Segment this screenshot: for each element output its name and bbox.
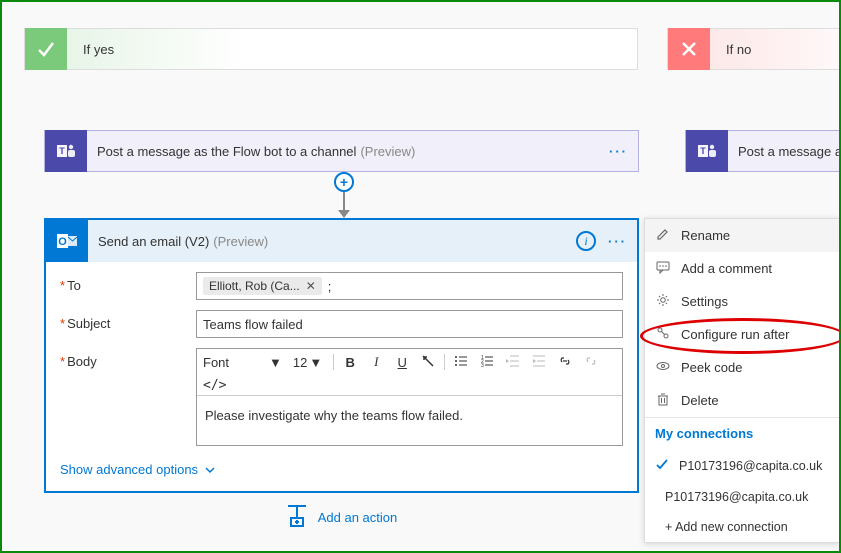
italic-icon[interactable]: I xyxy=(366,354,386,370)
teams-card-title: Post a message as the Flow bot to a chan… xyxy=(97,144,356,159)
font-color-icon[interactable] xyxy=(418,354,438,371)
add-connection[interactable]: + Add new connection xyxy=(645,512,839,542)
menu-configure-run-after[interactable]: Configure run after xyxy=(645,318,839,351)
unlink-icon[interactable] xyxy=(581,354,601,371)
connection-item-1[interactable]: P10173196@capita.co.uk xyxy=(645,449,839,482)
menu-rename[interactable]: Rename xyxy=(645,219,839,252)
gear-icon xyxy=(655,293,671,310)
teams-card[interactable]: T Post a message as the Flow bot to a ch… xyxy=(44,130,639,172)
more-icon[interactable]: ··· xyxy=(608,234,627,249)
bold-icon[interactable]: B xyxy=(340,355,360,370)
if-yes-label: If yes xyxy=(83,42,114,57)
svg-text:T: T xyxy=(59,146,65,156)
bullet-list-icon[interactable] xyxy=(451,354,471,371)
underline-icon[interactable]: U xyxy=(392,355,412,370)
link-icon[interactable] xyxy=(555,354,575,371)
if-no-header[interactable]: If no xyxy=(667,28,841,70)
teams-card-title-right: Post a message a xyxy=(738,144,841,159)
body-label: *Body xyxy=(60,348,196,446)
email-card-header[interactable]: O Send an email (V2) (Preview) i ··· xyxy=(46,220,637,262)
more-icon[interactable]: ··· xyxy=(609,144,628,159)
recipient-token[interactable]: Elliott, Rob (Ca... ✕ xyxy=(203,277,322,295)
x-icon xyxy=(668,28,710,70)
check-icon xyxy=(655,457,669,474)
editor-toolbar: Font▼ 12▼ B I U 123 xyxy=(197,349,622,375)
menu-delete[interactable]: Delete xyxy=(645,384,839,417)
svg-text:3: 3 xyxy=(481,363,484,368)
remove-token-icon[interactable]: ✕ xyxy=(306,279,316,293)
svg-text:T: T xyxy=(700,146,706,156)
body-editor[interactable]: Please investigate why the teams flow fa… xyxy=(197,395,622,445)
menu-peek-code[interactable]: Peek code xyxy=(645,351,839,384)
menu-settings[interactable]: Settings xyxy=(645,285,839,318)
comment-icon xyxy=(655,260,671,277)
font-size-select[interactable]: 12▼ xyxy=(293,355,327,370)
outlook-icon: O xyxy=(46,220,88,262)
teams-icon: T xyxy=(45,130,87,172)
add-action-link[interactable]: Add an action xyxy=(318,510,398,525)
to-input[interactable]: Elliott, Rob (Ca... ✕ ; xyxy=(196,272,623,300)
preview-tag: (Preview) xyxy=(360,144,415,159)
font-family-select[interactable]: Font▼ xyxy=(203,355,287,370)
to-label: *To xyxy=(60,272,196,300)
check-icon xyxy=(25,28,67,70)
trash-icon xyxy=(655,392,671,409)
pencil-icon xyxy=(655,227,671,244)
connector: + xyxy=(334,172,354,218)
code-view-button[interactable]: </> xyxy=(197,375,622,395)
indent-icon[interactable] xyxy=(529,354,549,371)
connections-header: My connections xyxy=(645,418,839,449)
add-action-icon[interactable] xyxy=(286,502,308,533)
subject-label: *Subject xyxy=(60,310,196,338)
teams-card-right[interactable]: T Post a message a xyxy=(685,130,841,172)
context-menu: Rename Add a comment Settings Configure … xyxy=(644,218,840,543)
separator: ; xyxy=(328,279,332,294)
teams-icon: T xyxy=(686,130,728,172)
eye-icon xyxy=(655,359,671,376)
if-no-label: If no xyxy=(726,42,751,57)
info-icon[interactable]: i xyxy=(576,231,596,251)
number-list-icon[interactable]: 123 xyxy=(477,354,497,371)
svg-text:O: O xyxy=(58,236,67,248)
chevron-down-icon xyxy=(204,464,216,476)
run-after-icon xyxy=(655,326,671,343)
subject-input[interactable]: Teams flow failed xyxy=(196,310,623,338)
advanced-options-link[interactable]: Show advanced options xyxy=(60,456,623,477)
if-yes-header[interactable]: If yes xyxy=(24,28,638,70)
preview-tag: (Preview) xyxy=(213,234,268,249)
email-card-title: Send an email (V2) xyxy=(98,234,209,249)
email-card: O Send an email (V2) (Preview) i ··· *To… xyxy=(44,218,639,493)
connection-item-2[interactable]: P10173196@capita.co.uk xyxy=(645,482,839,512)
outdent-icon[interactable] xyxy=(503,354,523,371)
menu-add-comment[interactable]: Add a comment xyxy=(645,252,839,285)
add-step-button[interactable]: + xyxy=(334,172,354,192)
